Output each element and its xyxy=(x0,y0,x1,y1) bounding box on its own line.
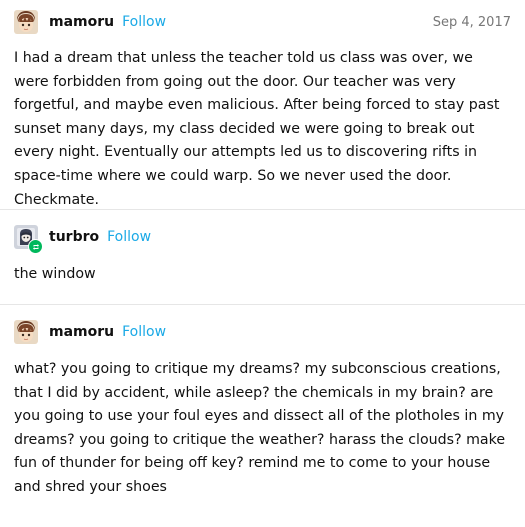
username[interactable]: mamoru xyxy=(49,324,114,340)
post-mamoru-reply: mamoru Follow what? you going to critiqu… xyxy=(0,305,525,526)
username[interactable]: turbro xyxy=(49,229,99,245)
mamoru-avatar-icon[interactable] xyxy=(14,320,38,344)
post-header: mamoru Follow xyxy=(14,305,511,359)
post-header: mamoru Follow Sep 4, 2017 xyxy=(14,0,511,44)
post-turbro-reblog: turbro Follow the window xyxy=(0,210,525,305)
turbro-avatar-icon[interactable] xyxy=(14,225,43,254)
post-body: I had a dream that unless the teacher to… xyxy=(14,50,500,208)
follow-button[interactable]: Follow xyxy=(122,324,166,340)
post-header: turbro Follow xyxy=(14,210,511,264)
post-body: what? you going to critique my dreams? m… xyxy=(14,361,506,495)
reblog-icon xyxy=(28,239,43,254)
mamoru-avatar-icon[interactable] xyxy=(14,10,38,34)
post-body: the window xyxy=(14,266,96,282)
username[interactable]: mamoru xyxy=(49,14,114,30)
follow-button[interactable]: Follow xyxy=(122,14,166,30)
post-mamoru-original: mamoru Follow Sep 4, 2017 I had a dream … xyxy=(0,0,525,210)
post-date[interactable]: Sep 4, 2017 xyxy=(433,15,511,30)
follow-button[interactable]: Follow xyxy=(107,229,151,245)
